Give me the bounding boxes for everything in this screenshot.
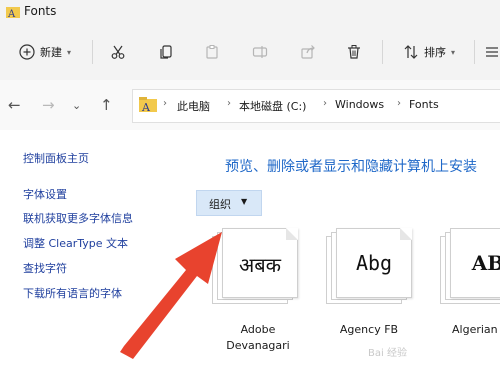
watermark: Bai 经验	[368, 348, 407, 359]
red-arrow-annotation	[120, 232, 222, 359]
